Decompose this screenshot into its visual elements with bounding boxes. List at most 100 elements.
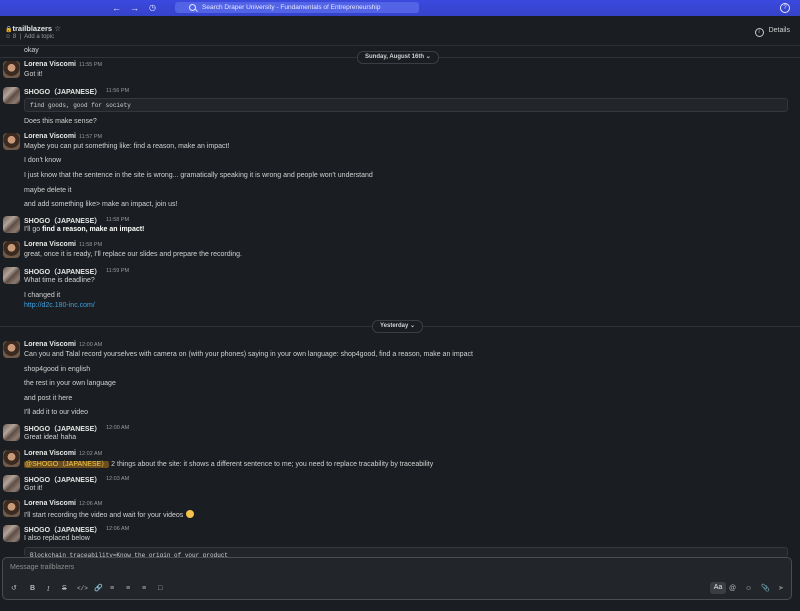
composer-input[interactable]: Message trailblazers — [10, 564, 74, 571]
forward-arrow-icon[interactable]: → — [130, 2, 139, 14]
message-composer[interactable]: Message trailblazers ↺ B I S </> 🔗 ≡ ≡ ≡… — [2, 557, 792, 600]
author-name[interactable]: Lorena Viscomi — [24, 450, 76, 457]
message-bold: find a reason, make an impact! — [42, 226, 145, 233]
bulleted-list-icon[interactable]: ≡ — [126, 585, 130, 593]
author-name[interactable]: Lorena Viscomi — [24, 341, 76, 348]
avatar[interactable] — [3, 61, 20, 78]
author-name[interactable]: SHOGO（JAPANESE） — [24, 216, 101, 226]
format-toggle-button[interactable]: Aa — [710, 582, 726, 594]
code-icon[interactable]: </> — [77, 585, 88, 593]
message-text: Can you and Talal record yourselves with… — [24, 351, 473, 358]
message-text: I just know that the sentence in the sit… — [24, 172, 373, 179]
timestamp[interactable]: 12:00 AM — [106, 425, 129, 431]
bold-icon[interactable]: B — [30, 585, 35, 593]
member-count[interactable]: 8 — [13, 34, 16, 40]
avatar[interactable] — [3, 475, 20, 492]
author-name[interactable]: Lorena Viscomi — [24, 500, 76, 507]
message-plain: I'll go — [24, 226, 43, 233]
mention-icon[interactable]: @ — [729, 585, 736, 593]
avatar[interactable] — [3, 216, 20, 233]
details-button[interactable]: i Details — [754, 27, 790, 37]
message-text: I'll go find a reason, make an impact! — [24, 226, 144, 233]
author-name[interactable]: SHOGO（JAPANESE） — [24, 525, 101, 535]
message-text: Does this make sense? — [24, 118, 97, 125]
message-link[interactable]: http://d2c.180-inc.com/ — [24, 302, 95, 309]
date-divider-yesterday[interactable]: Yesterday ⌄ — [372, 320, 424, 333]
message-text: maybe delete it — [24, 187, 72, 194]
top-bar: ← → ◷ Search Draper University - Fundame… — [0, 0, 800, 16]
ordered-list-icon[interactable]: ≡ — [110, 585, 114, 593]
user-mention[interactable]: @SHOGO（JAPANESE） — [24, 461, 110, 468]
author-name[interactable]: Lorena Viscomi — [24, 133, 76, 140]
timestamp[interactable]: 11:58 PM — [79, 242, 102, 248]
send-icon[interactable]: ➤ — [778, 585, 784, 593]
timestamp[interactable]: 12:02 AM — [79, 451, 102, 457]
message-text: Maybe you can put something like: find a… — [24, 143, 230, 150]
search-input[interactable]: Search Draper University - Fundamentals … — [175, 2, 419, 13]
help-icon[interactable]: ? — [780, 3, 790, 13]
search-placeholder: Search Draper University - Fundamentals … — [202, 4, 381, 11]
message-text: the rest in your own language — [24, 380, 116, 387]
date-label: Yesterday — [380, 323, 409, 329]
message-text: I don't know — [24, 157, 62, 164]
timestamp[interactable]: 11:58 PM — [106, 217, 129, 223]
timestamp[interactable]: 12:06 AM — [79, 501, 102, 507]
timestamp[interactable]: 12:00 AM — [79, 342, 102, 348]
timestamp[interactable]: 11:57 PM — [79, 134, 102, 140]
author-name[interactable]: SHOGO（JAPANESE） — [24, 424, 101, 434]
chevron-down-icon: ⌄ — [425, 54, 431, 60]
message-text: and post it here — [24, 395, 73, 402]
avatar[interactable] — [3, 267, 20, 284]
avatar[interactable] — [3, 525, 20, 542]
link-icon[interactable]: 🔗 — [94, 585, 103, 593]
blockquote-icon[interactable]: ≡ — [142, 585, 146, 593]
grinning-emoji-icon[interactable] — [186, 510, 195, 518]
message-text: @SHOGO（JAPANESE） 2 things about the site… — [24, 459, 433, 469]
code-block: Blockchain traceability=Know the origin … — [24, 547, 788, 557]
channel-subheader: ☺ 8 | Add a topic — [5, 34, 55, 40]
code-block-icon[interactable]: □ — [158, 585, 162, 593]
avatar[interactable] — [3, 424, 20, 441]
details-label: Details — [768, 27, 790, 34]
message-plain: I'll start recording the video and wait … — [24, 512, 184, 519]
emoji-icon[interactable]: ☺ — [745, 585, 752, 593]
author-name[interactable]: SHOGO（JAPANESE） — [24, 475, 101, 485]
avatar[interactable] — [3, 241, 20, 258]
avatar[interactable] — [3, 500, 20, 517]
history-clock-icon[interactable]: ◷ — [149, 2, 156, 14]
message-text: I'll start recording the video and wait … — [24, 510, 195, 519]
message-text: What time is deadline? — [24, 277, 95, 284]
channel-name: trailblazers — [12, 24, 53, 33]
strikethrough-icon[interactable]: S — [62, 585, 67, 593]
message-text: and add something like> make an impact, … — [24, 201, 178, 208]
author-name[interactable]: Lorena Viscomi — [24, 241, 76, 248]
back-arrow-icon[interactable]: ← — [112, 2, 121, 14]
channel-title[interactable]: 🔒trailblazers ☆ — [5, 24, 61, 33]
add-topic-link[interactable]: Add a topic — [24, 34, 54, 40]
info-icon: i — [754, 28, 764, 37]
star-icon[interactable]: ☆ — [54, 24, 61, 33]
date-label: Sunday, August 16th — [365, 54, 425, 60]
code-block: find goods, good for society — [24, 98, 788, 112]
message-text: Great idea! haha — [24, 434, 77, 441]
chevron-down-icon: ⌄ — [410, 323, 416, 329]
date-divider-sunday[interactable]: Sunday, August 16th ⌄ — [357, 51, 439, 64]
plus-icon[interactable]: ↺ — [11, 585, 17, 593]
avatar[interactable] — [3, 87, 20, 104]
author-name[interactable]: Lorena Viscomi — [24, 61, 76, 68]
author-name[interactable]: SHOGO（JAPANESE） — [24, 87, 101, 97]
timestamp[interactable]: 11:56 PM — [106, 88, 129, 94]
avatar[interactable] — [3, 133, 20, 150]
author-name[interactable]: SHOGO（JAPANESE） — [24, 267, 101, 277]
member-icon[interactable]: ☺ — [5, 34, 11, 40]
timestamp[interactable]: 12:03 AM — [106, 476, 129, 482]
attach-icon[interactable]: 📎 — [761, 585, 770, 593]
avatar[interactable] — [3, 450, 20, 467]
timestamp[interactable]: 11:59 PM — [106, 268, 129, 274]
avatar[interactable] — [3, 341, 20, 358]
message-text: I'll add it to our video — [24, 409, 88, 416]
timestamp[interactable]: 12:06 AM — [106, 526, 129, 532]
channel-header — [0, 16, 800, 46]
timestamp[interactable]: 11:55 PM — [79, 62, 102, 68]
italic-icon[interactable]: I — [47, 585, 49, 593]
